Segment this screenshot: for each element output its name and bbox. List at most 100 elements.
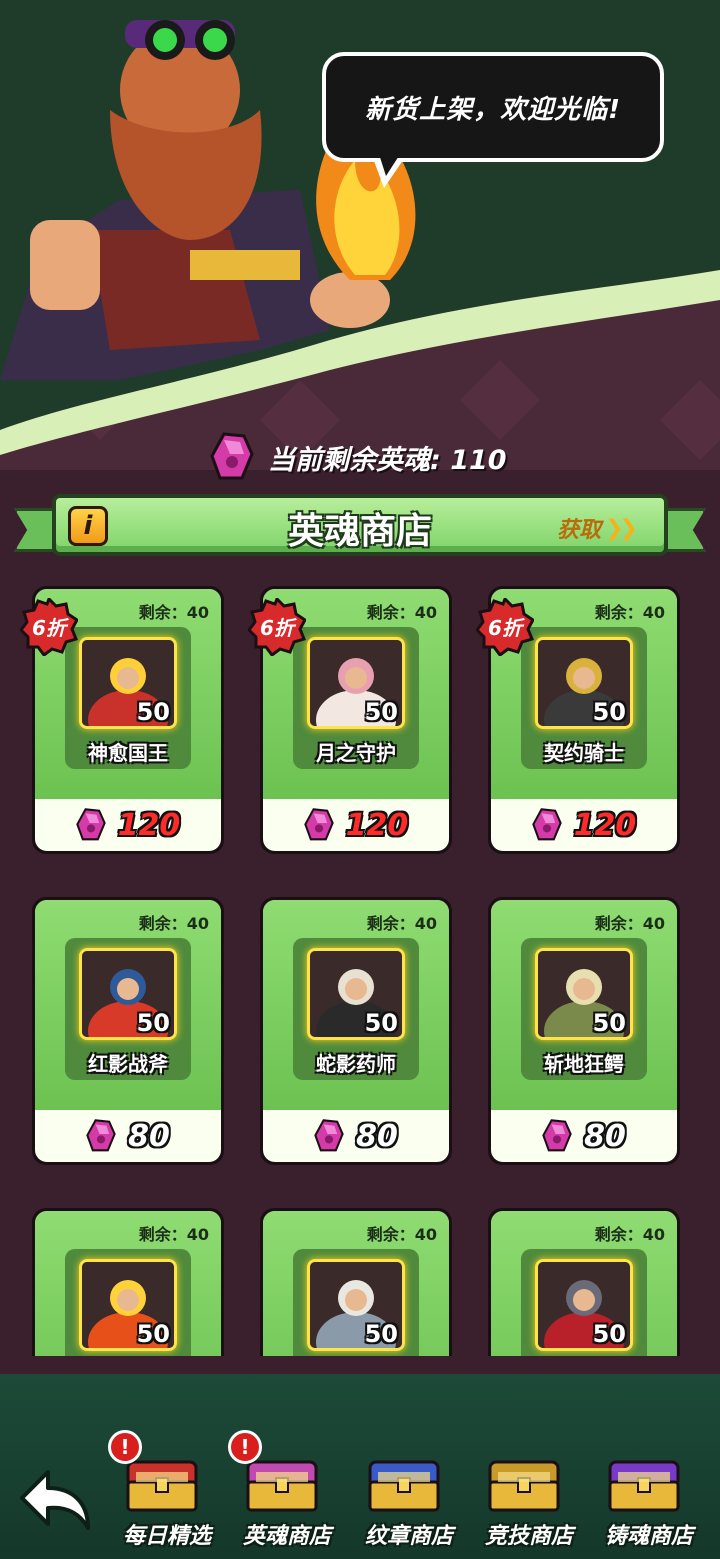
shop-item-card-body: 剩余：40 50 <box>491 1211 677 1356</box>
stock-remaining: 剩余：40 <box>594 603 665 622</box>
shop-tab-label: 英魂商店 <box>242 1524 331 1549</box>
hero-portrait: 50 <box>535 637 633 729</box>
shop-item-top: 剩余：40 50 红影战斧 <box>35 900 221 1110</box>
hero-portrait-frame: 50 <box>65 1249 191 1356</box>
hero-name: 月之守护 <box>316 741 396 765</box>
price-row: 80 <box>263 1110 449 1162</box>
price-value: 120 <box>573 807 637 843</box>
hero-portrait-frame: 50 <box>521 1249 647 1356</box>
hero-name: 神愈国王 <box>88 741 168 765</box>
shop-item-card-body: 剩余：40 50 <box>35 1211 221 1356</box>
soul-gem-icon <box>86 1119 116 1152</box>
shop-item-card[interactable]: 剩余：40 50 <box>260 1208 452 1356</box>
shop-item-card[interactable]: 剩余：40 50 斩地狂鳄 80 <box>488 897 680 1165</box>
hero-portrait-frame: 50 月之守护 <box>293 627 419 769</box>
hero-portrait: 50 <box>307 1259 405 1351</box>
shop-tab-label: 纹章商店 <box>364 1524 453 1549</box>
soul-balance-text: 当前剩余英魂: 110 <box>268 444 507 476</box>
hero-portrait: 50 <box>79 948 177 1040</box>
speech-bubble-tail-inner <box>377 148 404 176</box>
stock-remaining: 剩余：40 <box>138 914 209 933</box>
price-value: 120 <box>117 807 181 843</box>
pink-chest-icon <box>246 1460 318 1512</box>
hero-portrait-frame: 50 红影战斧 <box>65 938 191 1080</box>
hero-name: 红影战斧 <box>88 1052 168 1076</box>
hero-portrait: 50 <box>307 948 405 1040</box>
shop-tab[interactable]: 铸魂商店 <box>590 1414 708 1549</box>
shop-tab-bar: 每日精选! 英魂商店! 纹章商店 竞技商店 铸魂商店 <box>0 1374 720 1559</box>
price-value: 80 <box>356 1118 398 1154</box>
shop-item-top: 剩余：40 50 <box>35 1211 221 1356</box>
merchant-greeting: 新货上架，欢迎光临! <box>365 94 621 125</box>
hero-soul-count: 50 <box>364 1320 398 1348</box>
soul-gem-icon <box>542 1119 572 1152</box>
hero-soul-count: 50 <box>364 698 398 726</box>
discount-badge: 6折 <box>247 596 307 658</box>
shop-item-card-body: 剩余：40 50 <box>263 1211 449 1356</box>
shop-item-card[interactable]: 剩余：40 50 <box>488 1208 680 1356</box>
discount-text: 6折 <box>260 616 294 640</box>
obtain-button[interactable]: 获取 ❯❯ <box>557 512 638 544</box>
soul-gem-icon <box>210 432 254 480</box>
discount-text: 6折 <box>488 616 522 640</box>
alert-badge-icon: ! <box>108 1430 142 1464</box>
shop-tab[interactable]: 纹章商店 <box>350 1414 468 1549</box>
gold-chest-icon <box>488 1460 560 1512</box>
obtain-label: 获取 <box>557 518 602 543</box>
shop-tab-label: 铸魂商店 <box>604 1524 693 1549</box>
soul-gem-icon <box>303 808 334 841</box>
stock-remaining: 剩余：40 <box>366 1225 437 1244</box>
soul-gem-icon <box>314 1119 344 1152</box>
shop-item-card[interactable]: 剩余：40 50 红影战斧 80 <box>32 897 224 1165</box>
shop-item-card[interactable]: 剩余：40 50 <box>32 1208 224 1356</box>
hero-soul-count: 50 <box>592 1009 626 1037</box>
price-row: 120 <box>491 799 677 851</box>
hero-portrait: 50 <box>535 948 633 1040</box>
hero-portrait: 50 <box>79 1259 177 1351</box>
price-row: 120 <box>263 799 449 851</box>
soul-gem-icon <box>531 808 562 841</box>
price-value: 120 <box>345 807 409 843</box>
soul-gem-icon <box>75 808 106 841</box>
stock-remaining: 剩余：40 <box>366 914 437 933</box>
back-button[interactable] <box>18 1464 94 1534</box>
shop-item-top: 剩余：40 50 蛇影药师 <box>263 900 449 1110</box>
stock-remaining: 剩余：40 <box>594 1225 665 1244</box>
hero-soul-count: 50 <box>136 1009 170 1037</box>
shop-header: i 英魂商店 获取 ❯❯ <box>14 494 706 564</box>
stock-remaining: 剩余：40 <box>366 603 437 622</box>
soul-currency-display: 当前剩余英魂: 110 <box>210 430 507 484</box>
shop-title-bar: i 英魂商店 获取 ❯❯ <box>52 494 668 556</box>
price-row: 80 <box>35 1110 221 1162</box>
price-value: 80 <box>128 1118 170 1154</box>
shop-item-card-body: 剩余：40 50 斩地狂鳄 80 <box>491 900 677 1162</box>
discount-badge: 6折 <box>475 596 535 658</box>
stock-remaining: 剩余：40 <box>138 603 209 622</box>
hero-soul-count: 50 <box>136 1320 170 1348</box>
shop-item-card-body: 剩余：40 50 蛇影药师 80 <box>263 900 449 1162</box>
shop-item-top: 剩余：40 50 <box>491 1211 677 1356</box>
hero-portrait-frame: 50 斩地狂鳄 <box>521 938 647 1080</box>
merchant-speech-bubble: 新货上架，欢迎光临! <box>322 52 664 162</box>
hero-soul-count: 50 <box>592 698 626 726</box>
shop-tab[interactable]: 竞技商店 <box>470 1414 588 1549</box>
hero-portrait-frame: 50 <box>293 1249 419 1356</box>
hero-soul-count: 50 <box>364 1009 398 1037</box>
shop-item-card-body: 剩余：40 50 红影战斧 80 <box>35 900 221 1162</box>
discount-badge: 6折 <box>19 596 79 658</box>
shop-item-card[interactable]: 剩余：40 50 蛇影药师 80 <box>260 897 452 1165</box>
hero-soul-count: 50 <box>136 698 170 726</box>
hero-portrait: 50 <box>307 637 405 729</box>
shop-item-top: 剩余：40 50 <box>263 1211 449 1356</box>
purple-chest-icon <box>608 1460 680 1512</box>
hero-name: 蛇影药师 <box>316 1052 396 1076</box>
shop-tab[interactable]: 英魂商店! <box>228 1414 346 1549</box>
hero-portrait-frame: 50 蛇影药师 <box>293 938 419 1080</box>
hero-portrait: 50 <box>535 1259 633 1351</box>
hero-portrait: 50 <box>79 637 177 729</box>
back-arrow-icon <box>20 1470 90 1530</box>
hero-portrait-frame: 50 神愈国王 <box>65 627 191 769</box>
hero-name: 斩地狂鳄 <box>544 1052 624 1076</box>
shop-tab[interactable]: 每日精选! <box>108 1414 226 1549</box>
shop-item-grid: 剩余：40 50 神愈国王 120 6折 剩余：40 50 月之守护 120 6… <box>0 578 720 1356</box>
